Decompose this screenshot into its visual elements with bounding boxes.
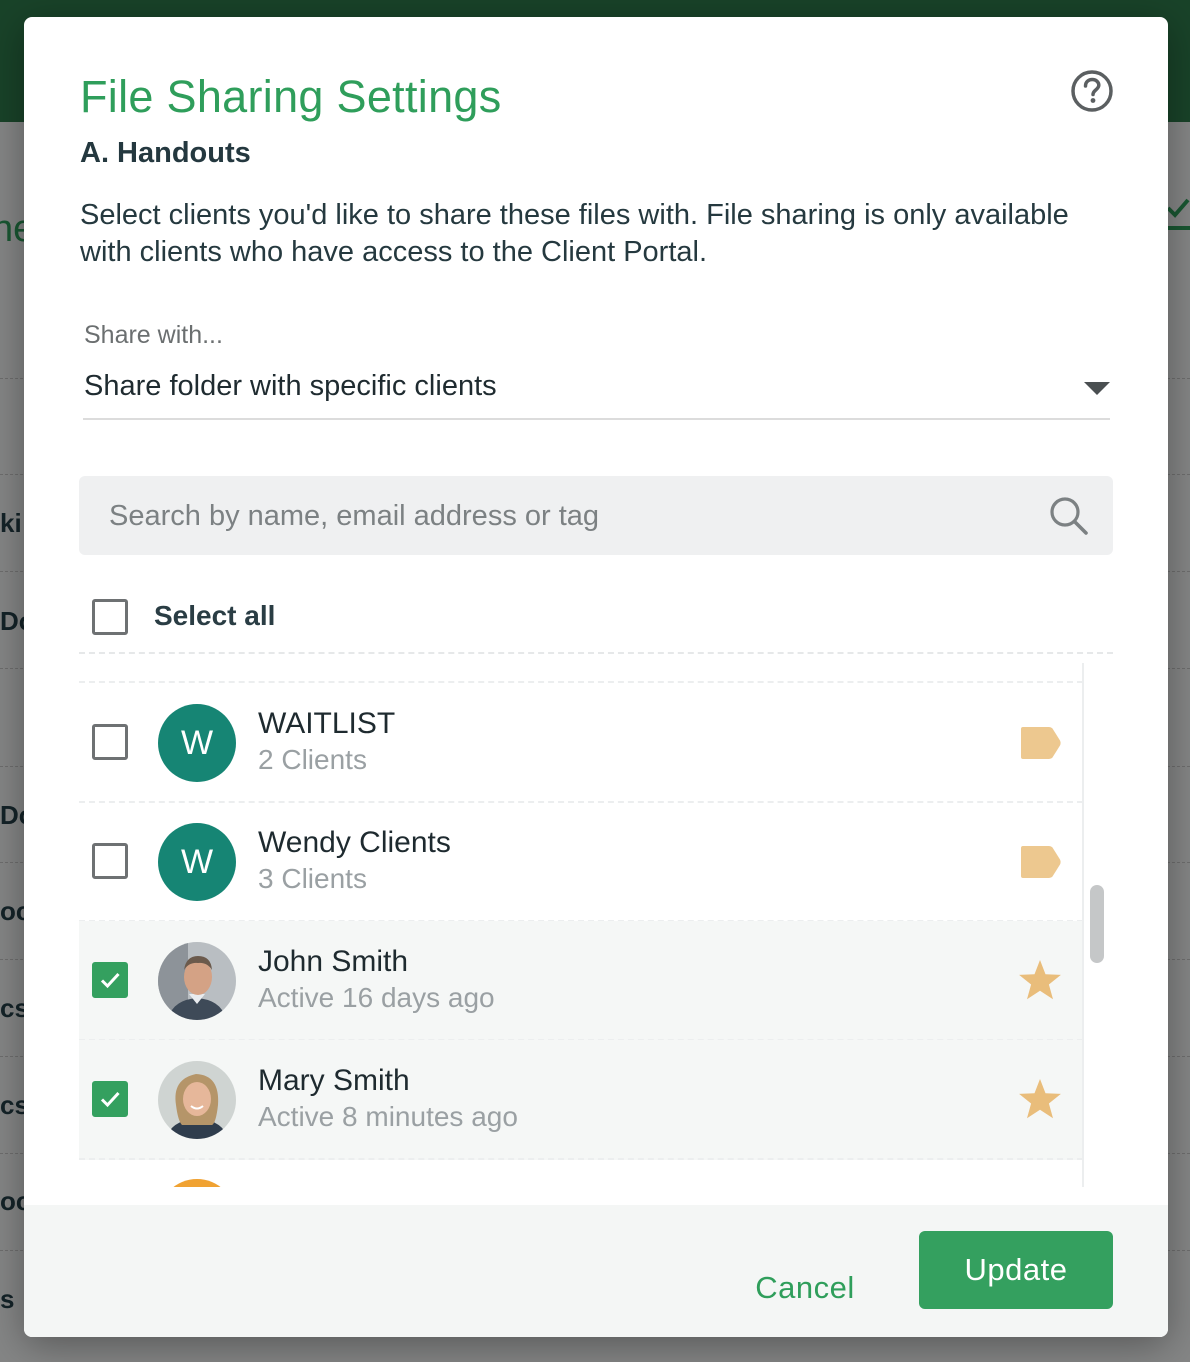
item-name: Wendy Clients bbox=[258, 826, 451, 859]
avatar: W bbox=[158, 704, 236, 782]
list-item-waitlist[interactable]: W WAITLIST 2 Clients bbox=[79, 683, 1083, 803]
list-item-john-smith[interactable]: John Smith Active 16 days ago bbox=[79, 921, 1083, 1041]
item-subtext: Active 8 minutes ago bbox=[258, 1101, 518, 1132]
list-item-wendy-clients[interactable]: W Wendy Clients 3 Clients bbox=[79, 802, 1083, 922]
item-name: WAITLIST bbox=[258, 707, 396, 740]
list-item-partial bbox=[79, 1159, 1083, 1187]
avatar-photo bbox=[158, 1061, 236, 1139]
star-icon[interactable] bbox=[1017, 1077, 1063, 1123]
item-checkbox[interactable] bbox=[92, 843, 128, 879]
dialog-title: File Sharing Settings bbox=[80, 71, 502, 122]
caret-down-icon bbox=[1084, 382, 1110, 395]
folder-name: A. Handouts bbox=[80, 137, 251, 169]
share-with-dropdown[interactable]: Share folder with specific clients bbox=[83, 362, 1110, 420]
tag-icon bbox=[1021, 727, 1061, 759]
item-subtext: 2 Clients bbox=[258, 744, 367, 775]
avatar-photo bbox=[158, 942, 236, 1020]
scrollbar-thumb[interactable] bbox=[1090, 885, 1104, 963]
update-button[interactable]: Update bbox=[919, 1231, 1113, 1309]
search-input[interactable] bbox=[107, 476, 1031, 557]
help-icon[interactable] bbox=[1070, 69, 1114, 113]
dialog-footer: Cancel Update bbox=[24, 1205, 1168, 1337]
check-icon bbox=[100, 972, 120, 989]
list-item-partial bbox=[79, 663, 1083, 683]
avatar: W bbox=[158, 823, 236, 901]
star-icon[interactable] bbox=[1017, 958, 1063, 1004]
tag-icon bbox=[1021, 846, 1061, 878]
client-list[interactable]: W WAITLIST 2 Clients W Wendy Clients 3 C… bbox=[79, 663, 1113, 1187]
cancel-button[interactable]: Cancel bbox=[730, 1249, 880, 1327]
item-checkbox-checked[interactable] bbox=[92, 962, 128, 998]
list-clip bbox=[79, 1187, 1113, 1207]
item-checkbox-checked[interactable] bbox=[92, 1081, 128, 1117]
item-checkbox[interactable] bbox=[92, 724, 128, 760]
avatar bbox=[158, 942, 236, 1020]
list-item-mary-smith[interactable]: Mary Smith Active 8 minutes ago bbox=[79, 1040, 1083, 1160]
avatar bbox=[158, 1061, 236, 1139]
share-with-selected-value: Share folder with specific clients bbox=[84, 370, 497, 402]
select-all-divider bbox=[79, 652, 1113, 654]
share-with-label: Share with... bbox=[84, 321, 223, 349]
select-all-checkbox[interactable] bbox=[92, 599, 128, 635]
item-name: Mary Smith bbox=[258, 1064, 410, 1097]
search-icon[interactable] bbox=[1047, 494, 1091, 538]
search-box bbox=[79, 476, 1113, 557]
dialog-description: Select clients you'd like to share these… bbox=[80, 199, 1069, 268]
check-icon bbox=[100, 1091, 120, 1108]
file-sharing-dialog: File Sharing Settings A. Handouts Select… bbox=[24, 17, 1168, 1337]
select-all-label[interactable]: Select all bbox=[154, 600, 275, 632]
item-subtext: 3 Clients bbox=[258, 863, 367, 894]
item-subtext: Active 16 days ago bbox=[258, 982, 495, 1013]
item-name: John Smith bbox=[258, 945, 409, 978]
